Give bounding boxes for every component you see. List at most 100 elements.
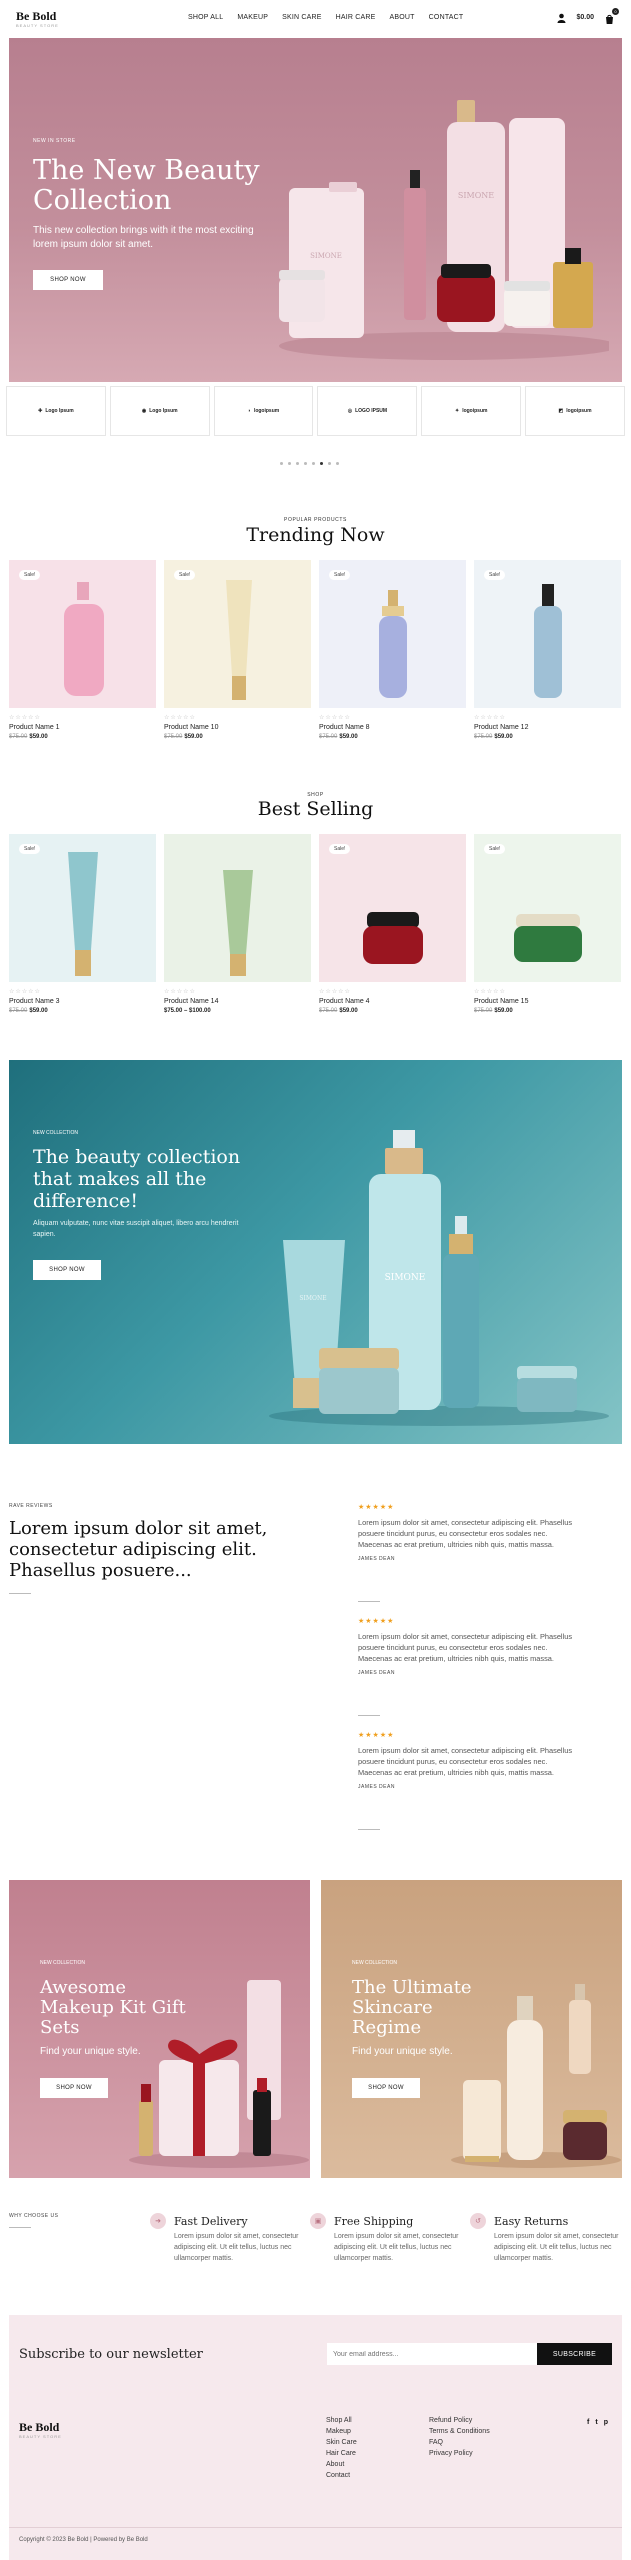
- slider-dot[interactable]: [304, 462, 307, 465]
- nav-shop-all[interactable]: SHOP ALL: [188, 14, 223, 21]
- newsletter-email-input[interactable]: [327, 2343, 537, 2365]
- hero-eyebrow: NEW IN STORE: [33, 138, 76, 144]
- rating-stars: ★★★★★: [358, 1732, 395, 1739]
- promo-shop-now-button[interactable]: SHOP NOW: [352, 2078, 420, 2098]
- reviews-eyebrow: RAVE REVIEWS: [9, 1503, 53, 1509]
- banner-text: Aliquam vulputate, nunc vitae suscipit a…: [33, 1220, 239, 1238]
- hero-brand-mark: SIMONE: [458, 191, 494, 200]
- twitter-icon[interactable]: t: [595, 2419, 597, 2426]
- sale-badge: Sale!: [329, 844, 351, 854]
- nav-hair-care[interactable]: HAIR CARE: [336, 14, 376, 21]
- nav-skin-care[interactable]: SKIN CARE: [282, 14, 322, 21]
- product-name[interactable]: Product Name 4: [319, 998, 466, 1005]
- footer-link[interactable]: Privacy Policy: [429, 2450, 490, 2457]
- footer-logo[interactable]: Be Bold BEAUTY STORE: [19, 2421, 62, 2439]
- product-name[interactable]: Product Name 1: [9, 724, 156, 731]
- product-name[interactable]: Product Name 10: [164, 724, 311, 731]
- promo-title: Awesome Makeup Kit Gift Sets: [40, 1977, 186, 2038]
- pinterest-icon[interactable]: p: [604, 2419, 608, 2426]
- footer-link[interactable]: Refund Policy: [429, 2417, 490, 2424]
- cart-amount[interactable]: $0.00: [576, 14, 594, 21]
- promo-card-skincare: NEW COLLECTION The Ultimate Skincare Reg…: [321, 1880, 622, 2178]
- footer-link[interactable]: Contact: [326, 2472, 357, 2479]
- slider-dot[interactable]: [280, 462, 283, 465]
- slider-dot-active[interactable]: [320, 462, 323, 465]
- spiral-icon: ◎: [347, 408, 353, 414]
- nav-makeup[interactable]: MAKEUP: [237, 14, 268, 21]
- footer-link[interactable]: Makeup: [326, 2428, 357, 2435]
- footer-link[interactable]: Shop All: [326, 2417, 357, 2424]
- product-name[interactable]: Product Name 12: [474, 724, 621, 731]
- brand-logo-card[interactable]: ✦ logoipsum: [421, 386, 522, 436]
- product-image[interactable]: Sale!: [9, 834, 156, 982]
- slider-dot[interactable]: [312, 462, 315, 465]
- brand-logo-card[interactable]: ✚ Logo Ipsum: [6, 386, 106, 436]
- hero-shop-now-button[interactable]: SHOP NOW: [33, 270, 103, 290]
- slider-dot[interactable]: [328, 462, 331, 465]
- rating-stars: ☆☆☆☆☆: [164, 715, 196, 721]
- sale-badge: Sale!: [484, 570, 506, 580]
- product-image[interactable]: [164, 834, 311, 982]
- product-card[interactable]: Sale! ☆☆☆☆☆ Product Name 15 $75.00 $59.00: [474, 834, 621, 1014]
- product-name[interactable]: Product Name 3: [9, 998, 156, 1005]
- logo-name: Be Bold: [19, 2420, 60, 2434]
- slider-dot[interactable]: [288, 462, 291, 465]
- testimonial-author: JAMES DEAN: [358, 1670, 395, 1676]
- box-icon: ▣: [310, 2213, 326, 2229]
- underline-divider: [9, 2227, 31, 2228]
- subscribe-button[interactable]: SUBSCRIBE: [537, 2343, 612, 2365]
- footer-link[interactable]: Skin Care: [326, 2439, 357, 2446]
- cart-button[interactable]: 0: [604, 8, 619, 24]
- footer-link[interactable]: About: [326, 2461, 357, 2468]
- main-nav: SHOP ALL MAKEUP SKIN CARE HAIR CARE ABOU…: [188, 14, 463, 21]
- product-card[interactable]: ☆☆☆☆☆ Product Name 14 $75.00 – $100.00: [164, 834, 311, 1014]
- banner-title: The beauty collection that makes all the…: [33, 1146, 241, 1212]
- product-price: $75.00 $59.00: [474, 1008, 513, 1014]
- footer-link[interactable]: Hair Care: [326, 2450, 357, 2457]
- slider-dot[interactable]: [296, 462, 299, 465]
- brand-logo-card[interactable]: ◎ LOGO IPSUM: [317, 386, 418, 436]
- product-image[interactable]: Sale!: [9, 560, 156, 708]
- product-name[interactable]: Product Name 15: [474, 998, 621, 1005]
- product-image[interactable]: Sale!: [164, 560, 311, 708]
- promo-text: Find your unique style.: [40, 2046, 141, 2057]
- slider-pagination: [280, 462, 339, 465]
- nav-about[interactable]: ABOUT: [390, 14, 415, 21]
- logo-tagline: BEAUTY STORE: [16, 23, 59, 28]
- slider-dot[interactable]: [336, 462, 339, 465]
- footer-link[interactable]: Terms & Conditions: [429, 2428, 490, 2435]
- product-card[interactable]: Sale! ☆☆☆☆☆ Product Name 1 $75.00 $59.00: [9, 560, 156, 740]
- product-name[interactable]: Product Name 14: [164, 998, 311, 1005]
- logo-tagline: BEAUTY STORE: [19, 2434, 62, 2439]
- product-image[interactable]: Sale!: [474, 834, 621, 982]
- promo-shop-now-button[interactable]: SHOP NOW: [40, 2078, 108, 2098]
- sale-badge: Sale!: [19, 844, 41, 854]
- nav-contact[interactable]: CONTACT: [429, 14, 464, 21]
- product-price: $75.00 – $100.00: [164, 1008, 211, 1014]
- product-image[interactable]: Sale!: [319, 560, 466, 708]
- copyright-text: Copyright © 2023 Be Bold | Powered by Be…: [19, 2537, 148, 2543]
- user-icon[interactable]: [557, 13, 566, 23]
- product-name[interactable]: Product Name 8: [319, 724, 466, 731]
- return-icon: ↺: [470, 2213, 486, 2229]
- product-price: $75.00 $59.00: [319, 734, 358, 740]
- rating-stars: ★★★★★: [358, 1618, 395, 1625]
- product-image[interactable]: Sale!: [474, 560, 621, 708]
- product-card[interactable]: Sale! ☆☆☆☆☆ Product Name 3 $75.00 $59.00: [9, 834, 156, 1014]
- brand-logo-card[interactable]: ◩ logoipsum: [525, 386, 625, 436]
- brand-logo-card[interactable]: ◗ logoipsum: [213, 386, 314, 436]
- cart-count-badge: 0: [612, 8, 619, 15]
- product-image[interactable]: Sale!: [319, 834, 466, 982]
- product-card[interactable]: Sale! ☆☆☆☆☆ Product Name 4 $75.00 $59.00: [319, 834, 466, 1014]
- rating-stars: ☆☆☆☆☆: [9, 715, 41, 721]
- facebook-icon[interactable]: f: [587, 2419, 589, 2426]
- hero-title: The New Beauty Collection: [33, 155, 260, 216]
- footer-link[interactable]: FAQ: [429, 2439, 490, 2446]
- brand-logo-card[interactable]: ◉ Logo Ipsum: [109, 386, 210, 436]
- product-card[interactable]: Sale! ☆☆☆☆☆ Product Name 8 $75.00 $59.00: [319, 560, 466, 740]
- site-logo[interactable]: Be Bold BEAUTY STORE: [16, 10, 59, 28]
- product-card[interactable]: Sale! ☆☆☆☆☆ Product Name 10 $75.00 $59.00: [164, 560, 311, 740]
- banner-shop-now-button[interactable]: SHOP NOW: [33, 1260, 101, 1280]
- logo-name: Be Bold: [16, 9, 57, 23]
- product-card[interactable]: Sale! ☆☆☆☆☆ Product Name 12 $75.00 $59.00: [474, 560, 621, 740]
